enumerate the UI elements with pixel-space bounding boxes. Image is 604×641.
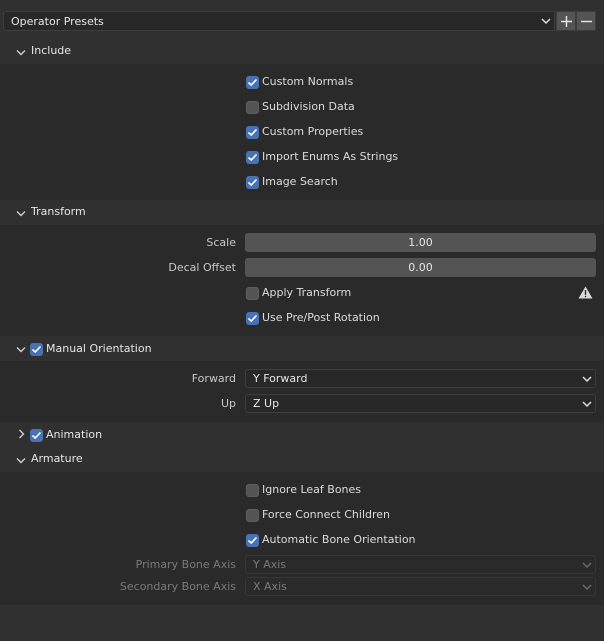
- chevron-down-icon: [540, 14, 552, 31]
- pre-post-rotation-checkbox[interactable]: [246, 312, 259, 325]
- custom-normals-label: Custom Normals: [262, 75, 354, 88]
- chevron-down-icon: [581, 580, 593, 597]
- remove-preset-button[interactable]: [576, 11, 596, 31]
- checkmark-icon: [247, 128, 258, 137]
- automatic-bone-orientation-checkbox[interactable]: [246, 534, 259, 547]
- armature-panel-header[interactable]: Armature: [0, 447, 604, 472]
- chevron-down-icon: [581, 558, 593, 575]
- checkmark-icon: [31, 345, 42, 354]
- image-search-label: Image Search: [262, 175, 338, 188]
- ignore-leaf-bones-checkbox[interactable]: [246, 484, 259, 497]
- warning-icon: [578, 286, 593, 302]
- chevron-down-icon: [581, 372, 593, 389]
- checkmark-icon: [247, 536, 258, 545]
- secondary-bone-axis-dropdown[interactable]: X Axis: [245, 577, 596, 596]
- animation-title: Animation: [46, 428, 103, 441]
- subdivision-data-checkbox[interactable]: [246, 101, 259, 114]
- primary-bone-axis-value: Y Axis: [253, 558, 287, 571]
- manual-orientation-title: Manual Orientation: [46, 342, 152, 355]
- subdivision-data-label: Subdivision Data: [262, 100, 355, 113]
- plus-icon: [561, 16, 572, 27]
- custom-normals-checkbox[interactable]: [246, 76, 259, 89]
- checkmark-icon: [31, 431, 42, 440]
- chevron-right-icon: [18, 429, 26, 442]
- apply-transform-checkbox[interactable]: [246, 287, 259, 300]
- operator-presets-dropdown[interactable]: Operator Presets: [3, 11, 555, 31]
- chevron-down-icon: [16, 344, 26, 357]
- chevron-down-icon: [16, 47, 26, 60]
- checkmark-icon: [247, 314, 258, 323]
- forward-dropdown[interactable]: Y Forward: [245, 369, 596, 388]
- forward-label: Forward: [191, 372, 236, 385]
- add-preset-button[interactable]: [556, 11, 576, 31]
- minus-icon: [581, 20, 592, 23]
- force-connect-children-label: Force Connect Children: [262, 508, 391, 521]
- up-dropdown[interactable]: Z Up: [245, 394, 596, 413]
- armature-panel-title: Armature: [31, 452, 83, 465]
- chevron-down-icon: [581, 397, 593, 414]
- ignore-leaf-bones-label: Ignore Leaf Bones: [262, 483, 362, 496]
- operator-presets-label: Operator Presets: [11, 15, 104, 28]
- checkmark-icon: [247, 78, 258, 87]
- transform-panel-header[interactable]: Transform: [0, 200, 604, 225]
- primary-bone-axis-dropdown[interactable]: Y Axis: [245, 555, 596, 574]
- manual-orientation-checkbox[interactable]: [30, 343, 43, 356]
- import-enums-checkbox[interactable]: [246, 151, 259, 164]
- chevron-down-icon: [16, 455, 26, 468]
- secondary-bone-axis-label: Secondary Bone Axis: [119, 580, 236, 593]
- custom-properties-checkbox[interactable]: [246, 126, 259, 139]
- apply-transform-label: Apply Transform: [262, 286, 352, 299]
- primary-bone-axis-label: Primary Bone Axis: [135, 558, 236, 571]
- force-connect-children-checkbox[interactable]: [246, 509, 259, 522]
- secondary-bone-axis-value: X Axis: [253, 580, 287, 593]
- custom-properties-label: Custom Properties: [262, 125, 364, 138]
- automatic-bone-orientation-label: Automatic Bone Orientation: [262, 533, 416, 546]
- transform-panel-title: Transform: [31, 205, 86, 218]
- up-label: Up: [220, 397, 236, 410]
- decal-offset-field[interactable]: 0.00: [245, 258, 596, 277]
- scale-field[interactable]: 1.00: [245, 233, 596, 252]
- include-panel-header[interactable]: Include: [0, 39, 604, 64]
- image-search-checkbox[interactable]: [246, 176, 259, 189]
- checkmark-icon: [247, 153, 258, 162]
- include-panel-title: Include: [31, 44, 72, 57]
- decal-offset-label: Decal Offset: [168, 261, 236, 274]
- animation-checkbox[interactable]: [30, 429, 43, 442]
- pre-post-rotation-label: Use Pre/Post Rotation: [262, 311, 380, 324]
- checkmark-icon: [247, 178, 258, 187]
- scale-label: Scale: [206, 236, 236, 249]
- chevron-down-icon: [16, 208, 26, 221]
- import-enums-label: Import Enums As Strings: [262, 150, 399, 163]
- forward-value: Y Forward: [253, 372, 308, 385]
- up-value: Z Up: [253, 397, 280, 410]
